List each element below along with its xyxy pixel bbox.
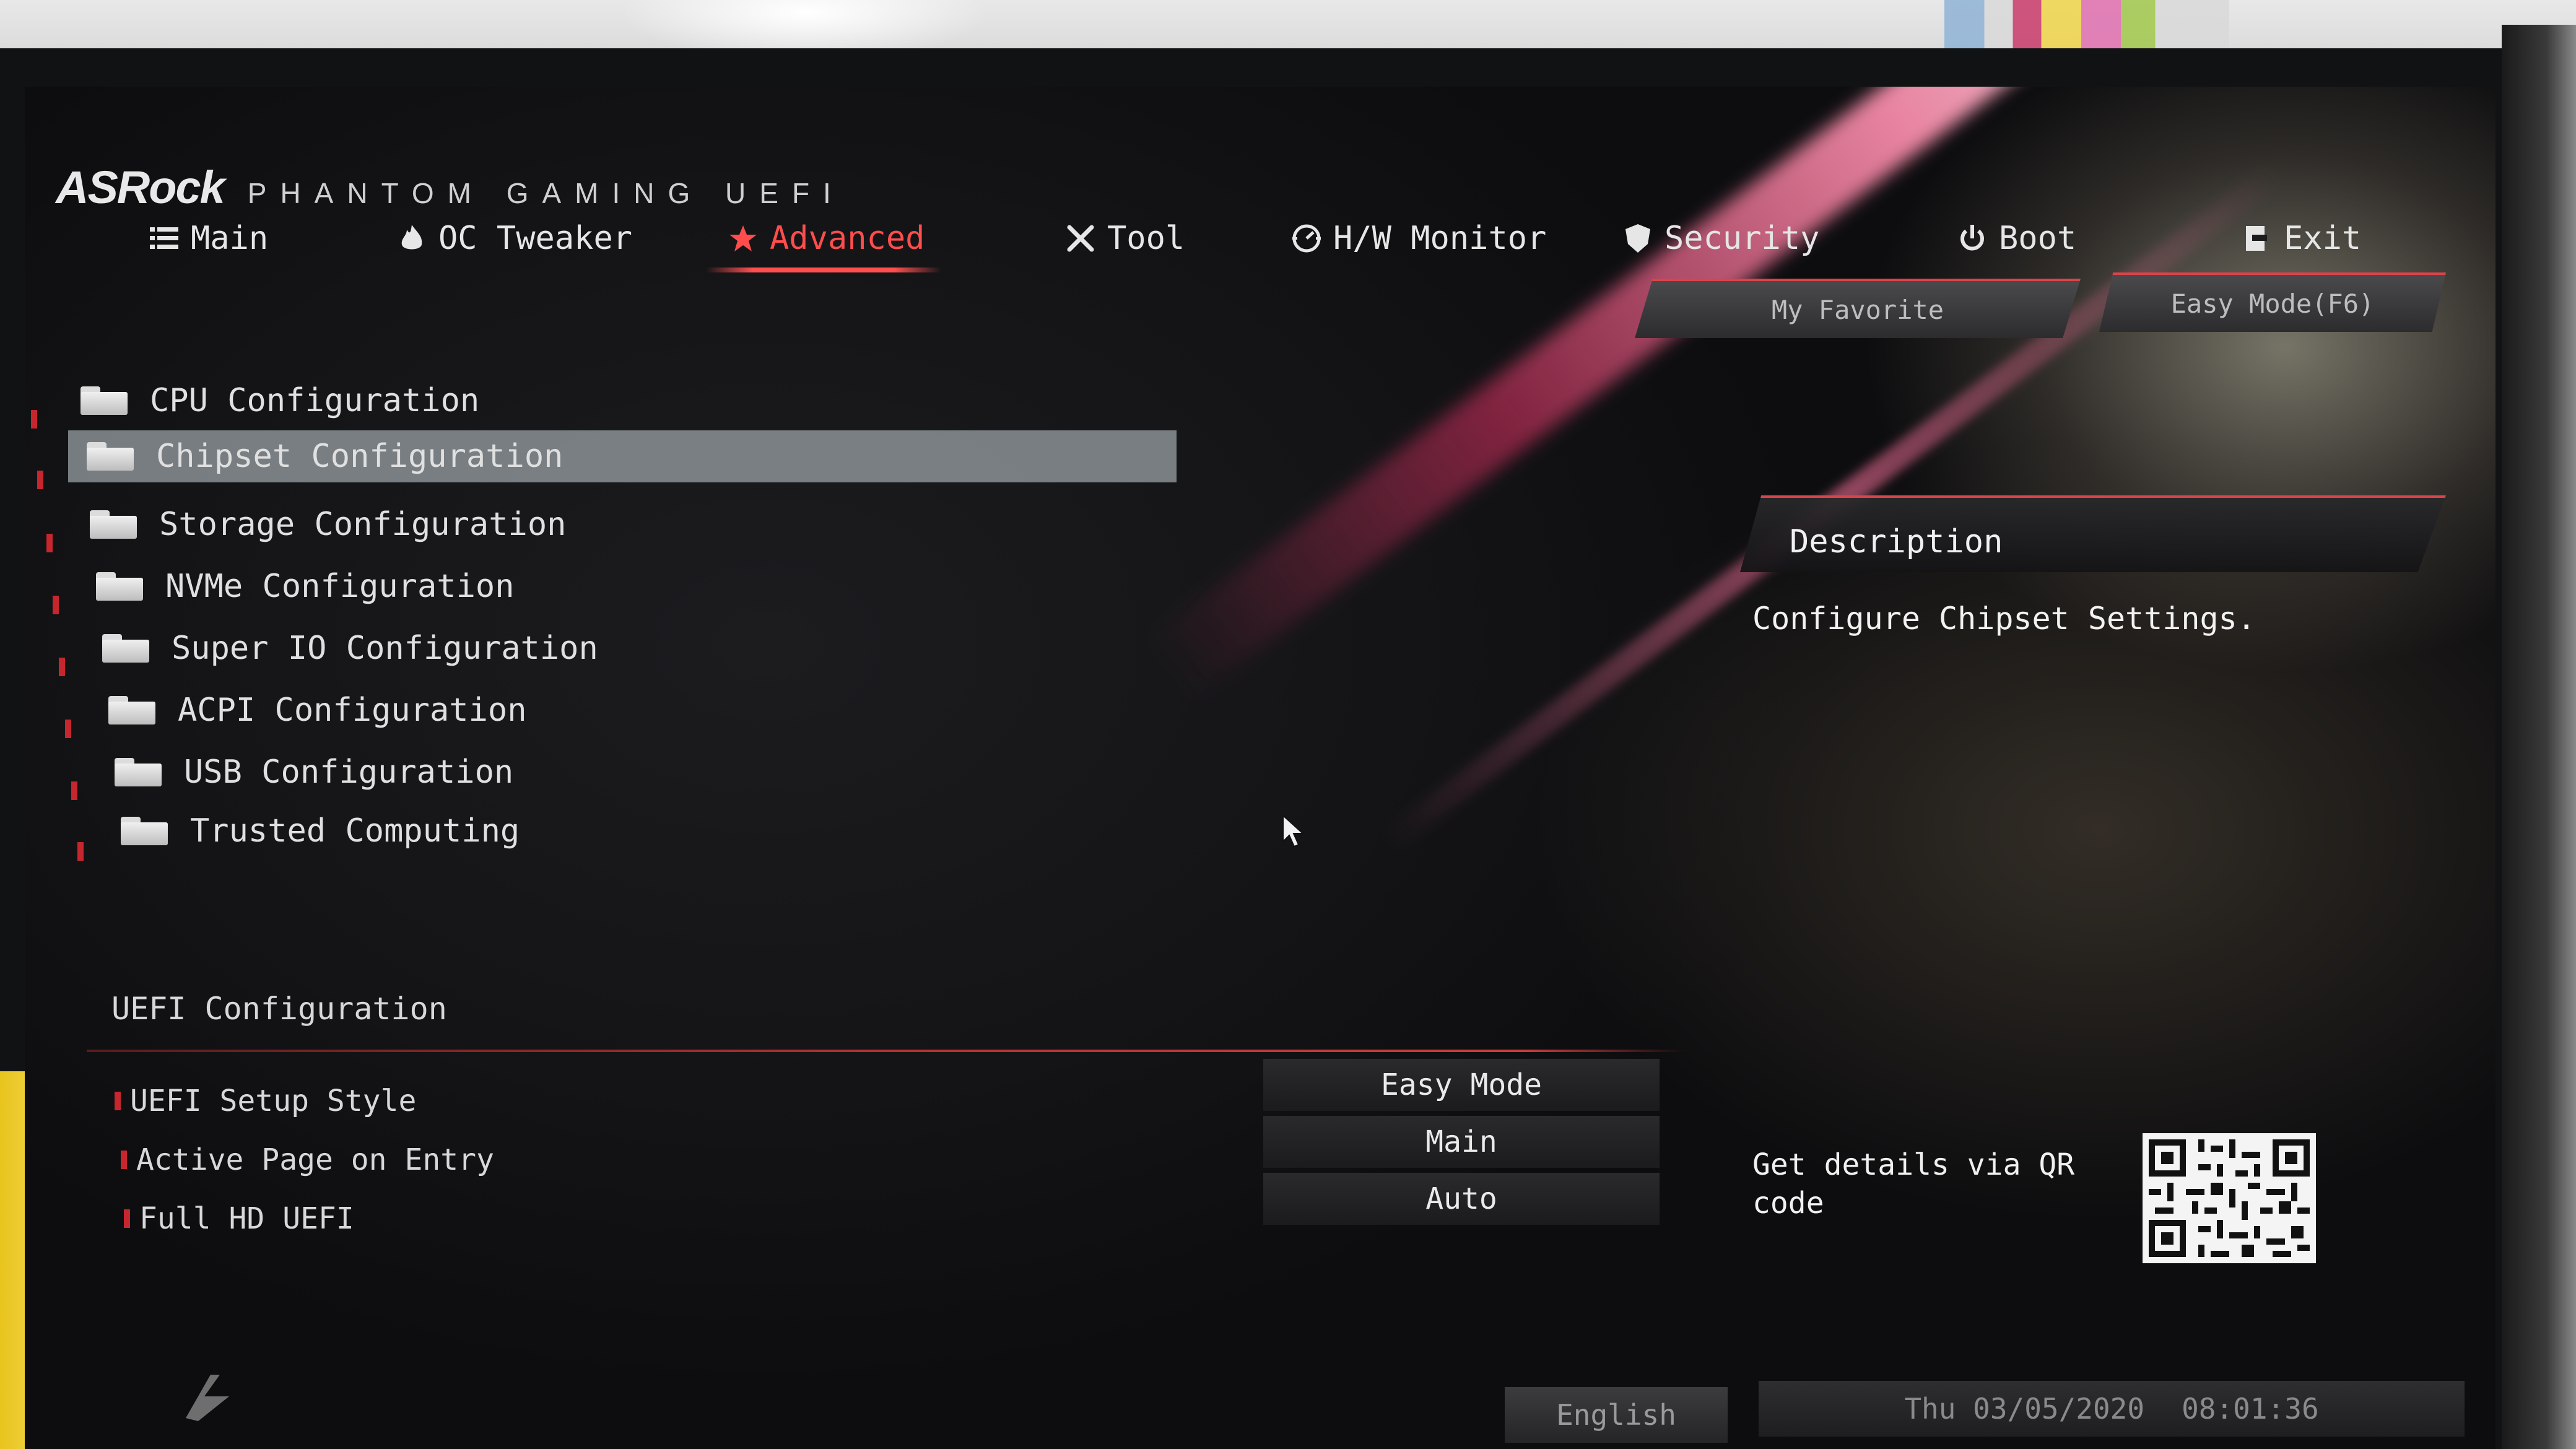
tab-label: Main	[191, 220, 269, 257]
tab-oc-tweaker[interactable]: OC Tweaker	[396, 220, 632, 257]
tab-hw-monitor[interactable]: H/W Monitor	[1291, 220, 1546, 257]
setting-value: Main	[1425, 1125, 1497, 1159]
tab-main[interactable]: Main	[149, 220, 268, 257]
background-shelf-items	[1944, 0, 2229, 56]
menu-item-acpi-configuration[interactable]: ACPI Configuration	[108, 684, 1173, 736]
setting-uefi-setup-style[interactable]: UEFI Setup Style	[115, 1084, 417, 1118]
qr-code	[2143, 1133, 2316, 1263]
easy-mode-button[interactable]: Easy Mode(F6)	[2099, 272, 2446, 332]
section-divider	[87, 1050, 1684, 1052]
tab-label: Security	[1664, 220, 1820, 257]
star-icon	[728, 223, 759, 254]
menu-bullet	[59, 658, 65, 676]
menu-bullet	[37, 471, 43, 489]
folder-icon	[121, 817, 168, 845]
setting-full-hd-uefi[interactable]: Full HD UEFI	[124, 1201, 354, 1236]
menu-item-label: USB Configuration	[184, 754, 514, 791]
menu-bullet	[53, 596, 59, 614]
section-title-uefi-configuration: UEFI Configuration	[111, 991, 447, 1027]
folder-icon	[96, 572, 143, 601]
menu-item-trusted-computing[interactable]: Trusted Computing	[121, 805, 1186, 857]
setting-label: Active Page on Entry	[136, 1142, 494, 1177]
list-icon	[149, 223, 180, 254]
menu-bullet	[65, 720, 71, 738]
asrock-logo: ASRock	[56, 162, 225, 213]
tab-label: H/W Monitor	[1333, 220, 1547, 257]
folder-icon	[87, 442, 134, 471]
folder-icon	[108, 696, 155, 724]
folder-icon	[90, 510, 137, 539]
flame-icon	[396, 223, 427, 254]
menu-item-label: Storage Configuration	[159, 506, 567, 543]
menu-item-label: Super IO Configuration	[172, 630, 598, 667]
menu-item-super-io-configuration[interactable]: Super IO Configuration	[102, 622, 1167, 674]
tab-label: Exit	[2284, 220, 2362, 257]
setting-active-page-on-entry[interactable]: Active Page on Entry	[121, 1142, 494, 1177]
tab-label: OC Tweaker	[438, 220, 633, 257]
description-title: Description	[1790, 523, 2003, 560]
menu-item-label: ACPI Configuration	[178, 692, 527, 729]
time-text: 08:01:36	[2182, 1392, 2319, 1425]
adjacent-monitor-frame	[2502, 25, 2576, 1449]
menu-item-label: Trusted Computing	[190, 812, 520, 850]
menu-item-chipset-configuration[interactable]: Chipset Configuration	[68, 430, 1177, 482]
folder-icon	[115, 758, 162, 786]
tab-label: Tool	[1107, 220, 1185, 257]
uefi-setup-style-select[interactable]: Easy Mode	[1263, 1059, 1660, 1111]
menu-bullet	[77, 842, 84, 861]
active-page-on-entry-select[interactable]: Main	[1263, 1116, 1660, 1168]
menu-item-nvme-configuration[interactable]: NVMe Configuration	[96, 560, 1161, 612]
setting-value: Easy Mode	[1380, 1068, 1543, 1102]
setting-label: UEFI Setup Style	[130, 1084, 417, 1118]
menu-item-usb-configuration[interactable]: USB Configuration	[115, 746, 1180, 798]
folder-icon	[102, 634, 149, 663]
menu-bullet	[71, 781, 77, 800]
setting-bullet	[115, 1092, 121, 1110]
active-tab-underline	[706, 268, 941, 272]
tab-label: Advanced	[770, 220, 925, 257]
menu-bullet	[31, 410, 37, 429]
tab-security[interactable]: Security	[1622, 220, 1819, 257]
monitor-gauge-icon	[1291, 223, 1322, 254]
my-favorite-button[interactable]: My Favorite	[1635, 279, 2081, 338]
exit-icon	[2242, 223, 2273, 254]
menu-item-cpu-configuration[interactable]: CPU Configuration	[80, 375, 1146, 427]
setting-bullet	[121, 1151, 127, 1169]
language-button[interactable]: English	[1505, 1387, 1728, 1443]
folder-icon	[80, 386, 128, 415]
tab-tool[interactable]: Tool	[1065, 220, 1185, 257]
footer-logo-icon	[173, 1368, 242, 1438]
setting-bullet	[124, 1209, 130, 1228]
tab-boot[interactable]: Boot	[1957, 220, 2076, 257]
tab-advanced[interactable]: Advanced	[728, 220, 925, 257]
brand-subtitle: PHANTOM GAMING UEFI	[247, 177, 845, 209]
setting-label: Full HD UEFI	[139, 1201, 354, 1236]
bios-screen: ASRock PHANTOM GAMING UEFI Main OC Tweak…	[25, 87, 2496, 1449]
qr-caption: Get details via QR code	[1752, 1147, 2075, 1221]
tab-label: Boot	[1999, 220, 2077, 257]
my-favorite-label: My Favorite	[1771, 294, 1944, 325]
language-label: English	[1556, 1398, 1676, 1432]
menu-item-storage-configuration[interactable]: Storage Configuration	[90, 498, 1155, 550]
date-text: Thu 03/05/2020	[1904, 1392, 2145, 1425]
datetime-display: Thu 03/05/2020 08:01:36	[1759, 1381, 2465, 1437]
menu-item-label: NVMe Configuration	[165, 568, 515, 605]
tools-icon	[1065, 223, 1096, 254]
description-text: Configure Chipset Settings.	[1752, 601, 2256, 637]
shield-icon	[1622, 223, 1653, 254]
menu-item-label: Chipset Configuration	[156, 438, 564, 475]
full-hd-uefi-select[interactable]: Auto	[1263, 1173, 1660, 1225]
setting-value: Auto	[1425, 1181, 1497, 1216]
mouse-pointer-icon	[1282, 814, 1307, 851]
menu-item-label: CPU Configuration	[150, 382, 480, 419]
power-icon	[1957, 223, 1988, 254]
brand-header: ASRock PHANTOM GAMING UEFI	[56, 161, 845, 214]
tab-exit[interactable]: Exit	[2242, 220, 2361, 257]
menu-bullet	[46, 534, 53, 552]
easy-mode-label: Easy Mode(F6)	[2170, 288, 2375, 319]
